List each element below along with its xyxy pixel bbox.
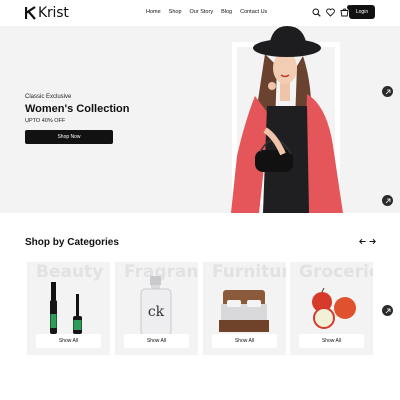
hero-title: Women's Collection xyxy=(25,103,130,115)
carousel-arrows xyxy=(359,238,376,245)
scroll-badge-icon[interactable] xyxy=(382,305,393,316)
scroll-badge-icon[interactable] xyxy=(382,195,393,206)
nav-shop[interactable]: Shop xyxy=(169,9,182,15)
show-all-button[interactable]: Show All xyxy=(299,334,364,348)
hero-model-image xyxy=(231,26,343,213)
show-all-button[interactable]: Show All xyxy=(124,334,189,348)
main-nav: Home Shop Our Story Blog Contact Us xyxy=(146,9,275,15)
hero-subtitle: Classic Exclusive xyxy=(25,94,72,100)
apple-image xyxy=(312,287,356,329)
nav-blog[interactable]: Blog xyxy=(221,9,232,15)
perfume-image: ck xyxy=(140,276,172,336)
site-header: Krist Home Shop Our Story Blog Contact U… xyxy=(0,0,400,26)
hero-banner: Classic Exclusive Women's Collection UPT… xyxy=(0,26,400,213)
section-title: Shop by Categories xyxy=(25,237,119,248)
cart-icon[interactable] xyxy=(340,5,352,17)
arrow-right-icon[interactable] xyxy=(369,238,376,245)
category-card-beauty[interactable]: Beauty Show All xyxy=(27,262,110,355)
nav-contact-us[interactable]: Contact Us xyxy=(240,9,267,15)
category-card-furniture[interactable]: Furniture Show All xyxy=(203,262,286,355)
show-all-button[interactable]: Show All xyxy=(212,334,277,348)
svg-text:ck: ck xyxy=(148,304,165,320)
category-card-fragrance[interactable]: Fragrance ck Show All xyxy=(115,262,198,355)
search-icon[interactable] xyxy=(312,8,321,17)
category-card-groceries[interactable]: Groceries Show All xyxy=(290,262,373,355)
mascara-image xyxy=(50,282,82,334)
hero-offer: UPTO 40% OFF xyxy=(25,118,66,124)
login-button[interactable]: Login xyxy=(349,5,375,19)
bed-image xyxy=(219,290,269,332)
heart-icon[interactable] xyxy=(326,8,335,17)
nav-our-story[interactable]: Our Story xyxy=(190,9,214,15)
brand-name: Krist xyxy=(38,5,69,21)
shop-now-button[interactable]: Shop Now xyxy=(25,130,113,144)
nav-home[interactable]: Home xyxy=(146,9,161,15)
logo-k-icon xyxy=(25,6,37,20)
scroll-badge-icon[interactable] xyxy=(382,86,393,97)
show-all-button[interactable]: Show All xyxy=(36,334,101,348)
brand-logo[interactable]: Krist xyxy=(25,4,69,22)
header-icons xyxy=(312,5,354,17)
arrow-left-icon[interactable] xyxy=(359,238,366,245)
